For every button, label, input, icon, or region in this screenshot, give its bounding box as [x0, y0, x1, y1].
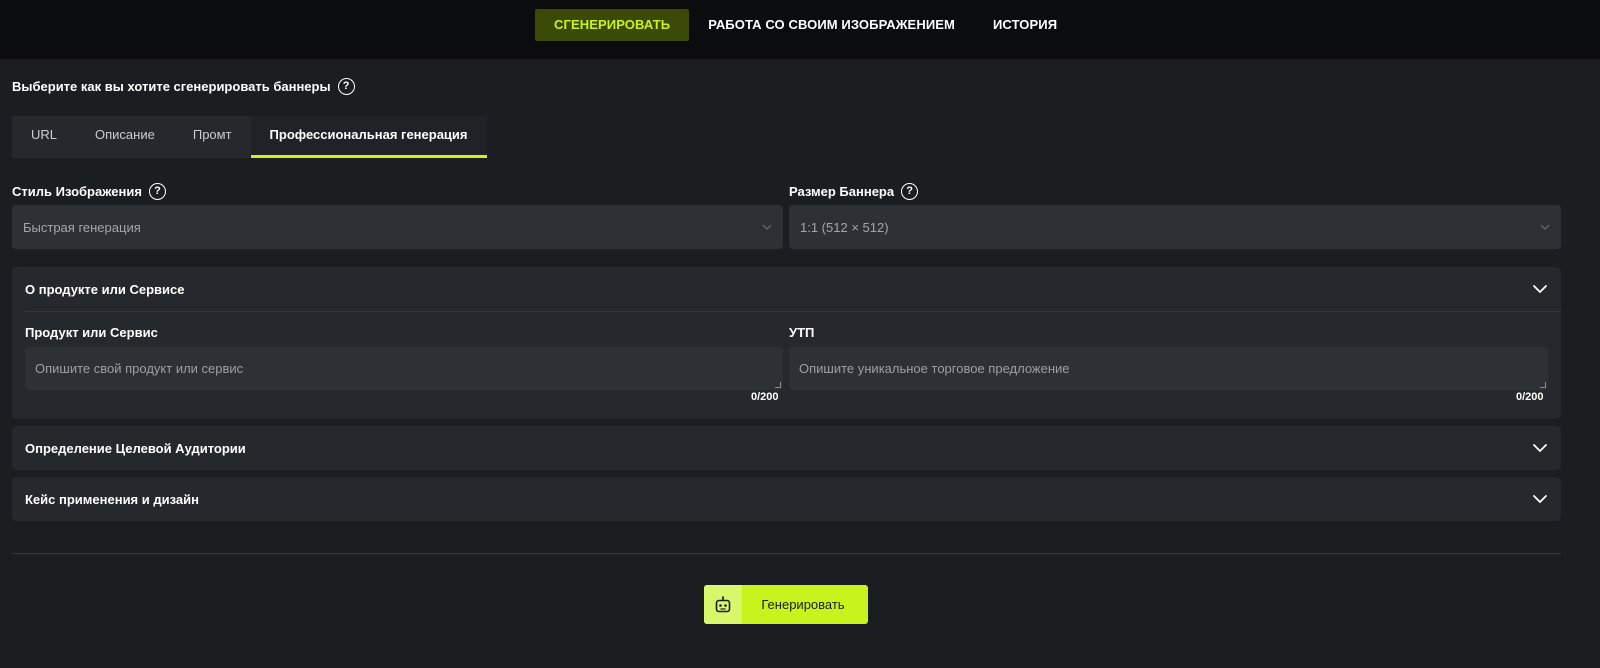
product-placeholder: Опишите свой продукт или сервис — [35, 361, 244, 376]
product-label: Продукт или Сервис — [25, 325, 158, 340]
mode-question: Выберите как вы хотите сгенерировать бан… — [12, 78, 355, 95]
product-counter: 0/200 — [751, 391, 779, 403]
style-select-value: Быстрая генерация — [23, 219, 141, 235]
style-label: Стиль Изображения — [12, 184, 142, 199]
top-nav: СГЕНЕРИРОВАТЬ РАБОТА СО СВОИМ ИЗОБРАЖЕНИ… — [535, 9, 1076, 41]
style-select[interactable]: Быстрая генерация — [12, 205, 783, 249]
chevron-down-icon — [762, 224, 772, 230]
robot-icon — [715, 595, 731, 612]
product-textarea[interactable]: Опишите свой продукт или сервис — [25, 347, 783, 390]
audience-panel: Определение Целевой Аудитории — [12, 426, 1561, 470]
usp-counter: 0/200 — [1516, 391, 1544, 403]
chevron-down-icon — [1533, 444, 1547, 452]
product-panel-title: О продукте или Сервисе — [25, 281, 185, 297]
nav-tab-generate[interactable]: СГЕНЕРИРОВАТЬ — [535, 9, 690, 41]
size-label-row: Размер Баннера ? — [789, 183, 919, 200]
usp-label: УТП — [789, 325, 815, 340]
mode-tabs: URL Описание Промт Профессиональная гене… — [12, 116, 487, 158]
nav-tab-own-image[interactable]: РАБОТА СО СВОИМ ИЗОБРАЖЕНИЕМ — [689, 9, 974, 41]
nav-tab-history[interactable]: ИСТОРИЯ — [974, 9, 1076, 41]
size-select-value: 1:1 (512 × 512) — [800, 219, 889, 235]
usp-textarea[interactable]: Опишите уникальное торговое предложение — [789, 347, 1548, 390]
top-header: СГЕНЕРИРОВАТЬ РАБОТА СО СВОИМ ИЗОБРАЖЕНИ… — [0, 0, 1600, 59]
audience-panel-title: Определение Целевой Аудитории — [25, 440, 246, 456]
chevron-down-icon — [1533, 495, 1547, 503]
question-circle-icon[interactable]: ? — [901, 183, 919, 200]
tab-professional[interactable]: Профессиональная генерация — [250, 116, 487, 158]
tab-url[interactable]: URL — [12, 116, 76, 158]
tab-prompt[interactable]: Промт — [174, 116, 251, 158]
panel-divider — [25, 311, 1561, 312]
size-label: Размер Баннера — [789, 184, 895, 199]
generate-button-label: Генерировать — [761, 597, 845, 612]
mode-question-label: Выберите как вы хотите сгенерировать бан… — [12, 79, 331, 94]
chevron-down-icon — [1540, 224, 1550, 230]
style-label-row: Стиль Изображения ? — [12, 183, 166, 200]
audience-panel-header[interactable]: Определение Целевой Аудитории — [12, 426, 1561, 470]
question-circle-icon[interactable]: ? — [337, 78, 355, 95]
tab-description[interactable]: Описание — [76, 116, 174, 158]
case-panel-title: Кейс применения и дизайн — [25, 491, 199, 507]
section-divider — [12, 553, 1561, 554]
chevron-down-icon — [1533, 285, 1547, 293]
resize-handle-icon[interactable] — [775, 382, 781, 388]
product-panel: О продукте или Сервисе Продукт или Серви… — [12, 267, 1561, 419]
case-panel: Кейс применения и дизайн — [12, 477, 1561, 521]
generate-button[interactable]: Генерировать — [704, 585, 868, 624]
usp-placeholder: Опишите уникальное торговое предложение — [799, 361, 1070, 376]
resize-handle-icon[interactable] — [1540, 382, 1546, 388]
question-circle-icon[interactable]: ? — [148, 183, 166, 200]
generate-icon-box — [704, 585, 742, 624]
case-panel-header[interactable]: Кейс применения и дизайн — [12, 477, 1561, 521]
product-panel-header[interactable]: О продукте или Сервисе — [12, 267, 1561, 311]
size-select[interactable]: 1:1 (512 × 512) — [789, 205, 1561, 249]
